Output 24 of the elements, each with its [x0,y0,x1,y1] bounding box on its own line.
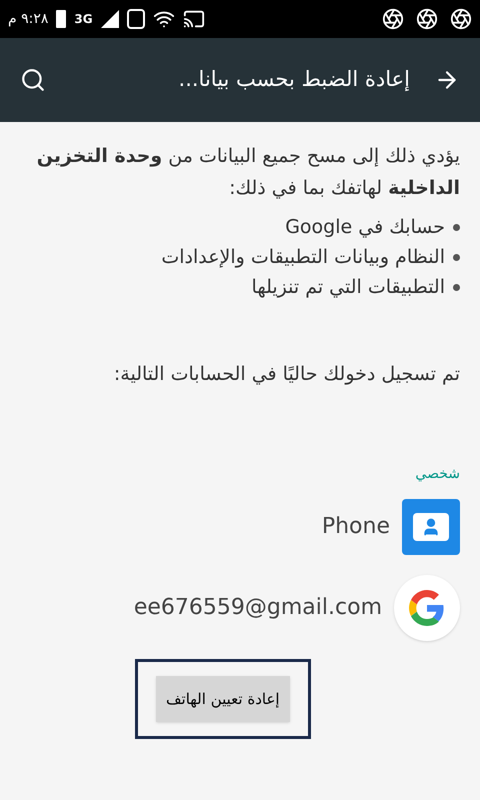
network-type: 3G [74,11,93,28]
cast-icon [182,8,205,30]
account-name: Phone [322,513,390,541]
bullet-item: التطبيقات التي تم تنزيلها [252,275,445,300]
search-icon[interactable] [20,67,46,93]
account-name: ee676559@gmail.com [134,594,382,622]
section-label: شخصي [414,464,460,484]
bullet-icon [453,254,460,260]
aperture-icon [450,8,472,30]
reset-phone-button[interactable]: إعادة تعيين الهاتف [156,676,290,722]
battery-icon [56,10,66,28]
google-icon [394,574,460,640]
bullet-icon [453,284,460,290]
aperture-icon [416,8,438,30]
bullet-icon [453,224,460,230]
accounts-note: تم تسجيل دخولك حاليًا في الحسابات التالية: [112,362,460,387]
bullet-item: النظام وبيانات التطبيقات والإعدادات [161,245,445,270]
clock: ٩:٢٨ م [8,10,48,28]
intro-text: يؤدي ذلك إلى مسح جميع البيانات من وحدة التخزين الداخلية لهاتفك بما في ذلك: [36,144,460,201]
signal-icon [100,10,119,28]
bullet-item: حسابك في Google [285,215,445,240]
toolbar-title: إعادة الضبط بحسب بيانا... [178,66,410,94]
contacts-icon [402,498,460,554]
aperture-icon [382,8,404,30]
